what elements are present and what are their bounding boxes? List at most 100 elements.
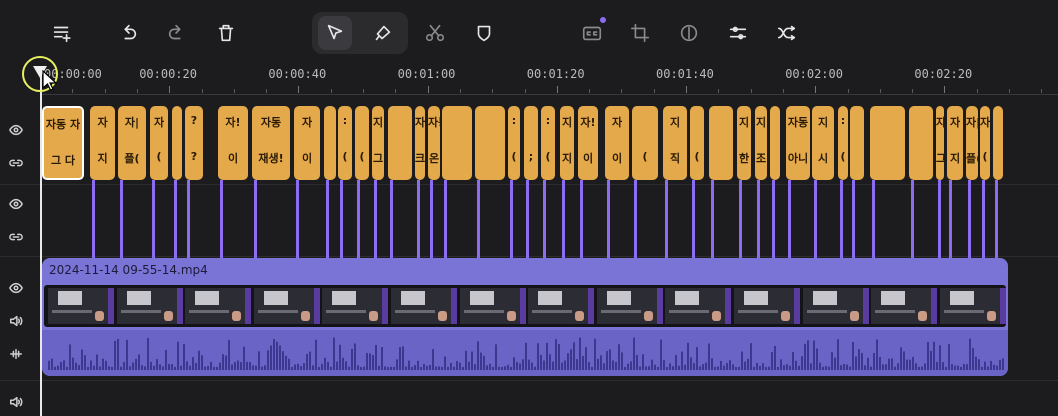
- timeline-ruler[interactable]: 00:00:00 00:00:20 00:00:40 00:01:00 00:01:20…: [40, 62, 1058, 102]
- caption-block[interactable]: :(: [541, 106, 555, 180]
- volume-icon[interactable]: [9, 394, 23, 413]
- waveform-bar: [84, 355, 86, 370]
- waveform-bar: [588, 362, 590, 370]
- caption-title: :: [342, 114, 348, 127]
- caption-block[interactable]: [850, 106, 864, 180]
- caption-block[interactable]: 자동 자그 다: [42, 106, 84, 180]
- mouse-cursor-icon: [42, 70, 58, 91]
- caption-block[interactable]: (: [690, 106, 704, 180]
- waveform-bar: [390, 366, 392, 370]
- caption-connector: [477, 180, 480, 258]
- caption-block[interactable]: :(: [338, 106, 352, 180]
- caption-block[interactable]: [870, 106, 905, 180]
- caption-block[interactable]: [993, 106, 1003, 180]
- caption-block[interactable]: [909, 106, 933, 180]
- caption-block[interactable]: [770, 106, 780, 180]
- delete-icon[interactable]: [209, 16, 243, 50]
- redo-icon[interactable]: [160, 16, 194, 50]
- waveform-bar: [159, 364, 161, 370]
- waveform-bar: [324, 357, 326, 370]
- waveform-bar: [765, 366, 767, 370]
- waveform-bar: [702, 364, 704, 370]
- waveform-bar: [306, 353, 308, 370]
- waveform-bar: [648, 366, 650, 370]
- caption-block[interactable]: 자동 재생!: [252, 106, 290, 180]
- crop-icon[interactable]: [623, 16, 657, 50]
- caption-block[interactable]: 자이: [605, 106, 629, 180]
- caption-block[interactable]: 자| 플(: [966, 106, 978, 180]
- caption-block[interactable]: 자지: [947, 106, 963, 180]
- caption-block[interactable]: [475, 106, 505, 180]
- waveform-bar: [444, 356, 446, 370]
- caption-block[interactable]: 지조: [755, 106, 767, 180]
- adjust-icon[interactable]: [721, 16, 755, 50]
- caption-text: 그 다: [936, 152, 944, 165]
- caption-block[interactable]: ??: [185, 106, 203, 180]
- waveform-bar: [150, 361, 152, 370]
- caption-block[interactable]: (: [632, 106, 658, 180]
- waveform-bar: [846, 364, 848, 370]
- caption-block[interactable]: 지그: [372, 106, 384, 180]
- select-tool-icon[interactable]: [318, 16, 352, 50]
- caption-block[interactable]: 자(: [980, 106, 990, 180]
- waveform-bar: [369, 353, 371, 370]
- caption-block[interactable]: 자(: [150, 106, 168, 180]
- waveform-bar: [114, 340, 116, 370]
- waveform-bar: [108, 366, 110, 370]
- caption-block[interactable]: [324, 106, 336, 180]
- caption-block[interactable]: :(: [838, 106, 848, 180]
- caption-block[interactable]: 자동 아니: [786, 106, 810, 180]
- split-icon[interactable]: [418, 16, 452, 50]
- audio-detach-icon[interactable]: [9, 346, 23, 365]
- caption-block[interactable]: 자| 플(: [118, 106, 146, 180]
- caption-block[interactable]: [388, 106, 412, 180]
- caption-block[interactable]: 지한: [737, 106, 751, 180]
- ruler-minor-tick: [395, 89, 397, 93]
- playhead-line[interactable]: [40, 70, 42, 416]
- caption-title: 자|: [124, 116, 140, 129]
- blade-tool-icon[interactable]: [366, 16, 400, 50]
- caption-block[interactable]: 자동 자그 다: [936, 106, 944, 180]
- waveform-bar: [378, 365, 380, 370]
- add-track-icon[interactable]: [45, 16, 79, 50]
- caption-block[interactable]: :(: [508, 106, 520, 180]
- caption-block[interactable]: ;: [524, 106, 538, 180]
- waveform-bar: [636, 355, 638, 370]
- caption-block[interactable]: [442, 106, 472, 180]
- caption-text: ?: [190, 150, 198, 163]
- caption-block[interactable]: 자! 이: [578, 106, 598, 180]
- waveform-bar: [831, 352, 833, 370]
- waveform-bar: [927, 341, 929, 370]
- caption-block[interactable]: 자동크기: [415, 106, 425, 180]
- color-icon[interactable]: [672, 16, 706, 50]
- waveform-bar: [195, 362, 197, 370]
- waveform-bar: [879, 356, 881, 370]
- caption-block[interactable]: 지시: [812, 106, 834, 180]
- ruler-minor-tick: [459, 89, 461, 93]
- volume-icon[interactable]: [9, 313, 23, 332]
- caption-block[interactable]: [709, 106, 733, 180]
- caption-block[interactable]: 자지: [90, 106, 115, 180]
- link-icon[interactable]: [9, 229, 23, 248]
- waveform-bar: [972, 347, 974, 370]
- caption-block[interactable]: 지지: [560, 106, 574, 180]
- video-clip[interactable]: 2024-11-14 09-55-14.mp4: [42, 258, 1008, 376]
- caption-block[interactable]: 자! 이: [218, 106, 248, 180]
- eye-icon[interactable]: [9, 122, 23, 141]
- eye-icon[interactable]: [9, 280, 23, 299]
- caption-block[interactable]: 자이: [294, 106, 320, 180]
- link-icon[interactable]: [9, 155, 23, 174]
- transition-icon[interactable]: [770, 16, 804, 50]
- undo-icon[interactable]: [111, 16, 145, 50]
- eye-icon[interactable]: [9, 196, 23, 215]
- video-thumbnail: [871, 288, 932, 324]
- mask-icon[interactable]: [467, 16, 501, 50]
- caption-title: 자: [153, 116, 165, 129]
- caption-text: 직: [669, 152, 681, 165]
- caption-block[interactable]: [172, 106, 182, 180]
- thumbnail-gap: [108, 288, 114, 324]
- waveform-bar: [96, 354, 98, 370]
- caption-block[interactable]: 지직: [663, 106, 687, 180]
- caption-block[interactable]: (: [355, 106, 369, 180]
- caption-block[interactable]: 자동온: [428, 106, 440, 180]
